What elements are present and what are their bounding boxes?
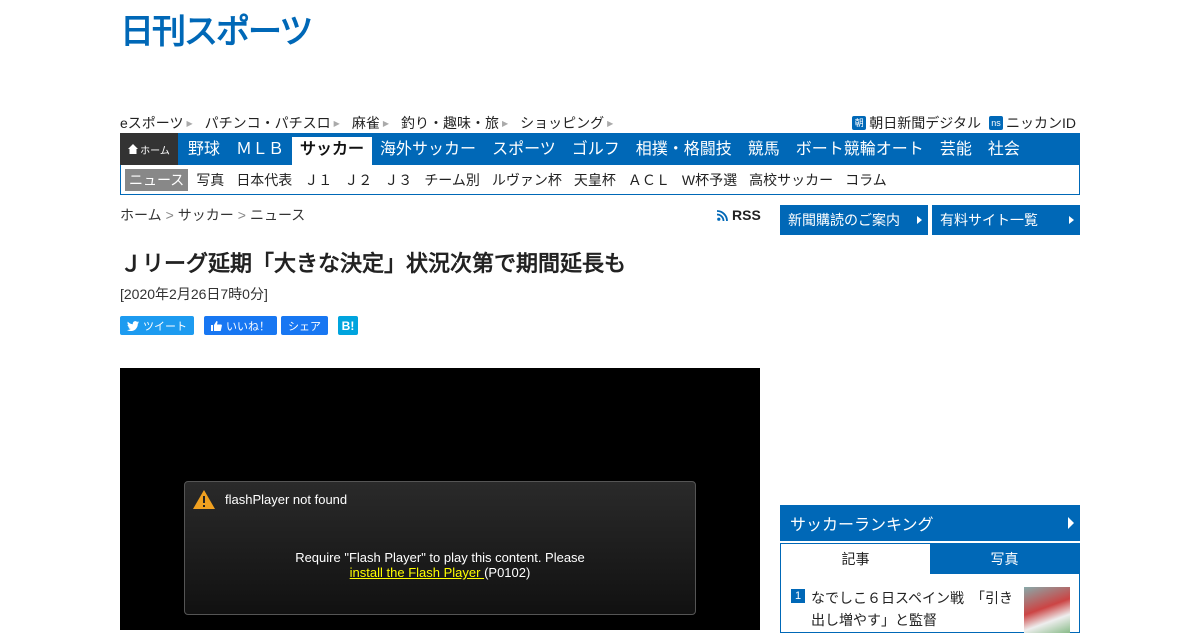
install-flash-link[interactable]: install the Flash Player [350,565,484,580]
toplink-mahjong[interactable]: 麻雀 ▶ [352,113,389,133]
subnav-levain[interactable]: ルヴァン杯 [492,170,562,190]
rank-number: 1 [791,589,805,603]
global-nav: ホーム 野球 ＭＬＢ サッカー 海外サッカー スポーツ ゴルフ 相撲・格闘技 競… [120,133,1080,165]
subnav-photo[interactable]: 写真 [196,170,224,190]
chevron-right-icon [1069,216,1074,224]
nav-boat[interactable]: ボート競輪オート [788,133,932,165]
flash-error-title: flashPlayer not found [225,492,348,507]
nav-society[interactable]: 社会 [980,133,1028,165]
nav-overseas-soccer[interactable]: 海外サッカー [372,133,484,165]
asahi-icon: 朝 [852,116,867,130]
subscription-info-button[interactable]: 新聞購読のご案内 [780,205,928,235]
paid-sites-button[interactable]: 有料サイト一覧 [932,205,1080,235]
flash-error-dialog: flashPlayer not found Require "Flash Pla… [184,481,696,615]
tweet-button[interactable]: ツイート [120,316,194,335]
subnav-wc-qualifiers[interactable]: W杯予選 [682,170,737,190]
chevron-right-icon [917,216,922,224]
nav-soccer[interactable]: サッカー [292,137,373,165]
arrow-icon: ▶ [333,118,340,128]
thumbs-up-icon [211,320,222,331]
article-date: [2020年2月26日7時0分] [120,286,268,302]
video-player[interactable]: flashPlayer not found Require "Flash Pla… [120,368,760,630]
logo-text: 日刊スポーツ [120,12,311,48]
tab-articles[interactable]: 記事 [781,544,930,574]
article-title: Ｊリーグ延期「大きな決定」状況次第で期間延長も [120,251,627,276]
arrow-icon: ▶ [382,118,389,128]
ranking-header[interactable]: サッカーランキング [780,505,1080,541]
toplink-nikkan-id[interactable]: ns ニッカンID [989,113,1076,133]
toplink-fishing[interactable]: 釣り・趣味・旅 ▶ [401,113,508,133]
breadcrumb: ホーム > サッカー > ニュース [120,207,306,223]
sidebar-buttons: 新聞購読のご案内 有料サイト一覧 [780,205,1084,235]
arrow-icon: ▶ [607,118,614,128]
facebook-share-button[interactable]: シェア [281,316,328,335]
subnav-column[interactable]: コラム [845,170,887,190]
toplink-asahi[interactable]: 朝朝日新聞デジタル [852,113,981,133]
flash-error-message: Require "Flash Player" to play this cont… [295,550,585,580]
rss-link[interactable]: RSS [717,207,761,223]
subnav-teams[interactable]: チーム別 [424,170,480,190]
arrow-icon: ▶ [186,118,193,128]
toplink-esports[interactable]: eスポーツ ▶ [120,113,193,133]
warning-icon [193,490,215,509]
toplink-pachinko[interactable]: パチンコ・パチスロ ▶ [205,113,340,133]
site-logo[interactable]: 日刊スポーツ [120,12,320,48]
page: 日刊スポーツ eスポーツ ▶ パチンコ・パチスロ ▶ 麻雀 ▶ 釣り・趣味・旅 ▶ ショ… [120,0,1080,633]
top-links: eスポーツ ▶ パチンコ・パチスロ ▶ 麻雀 ▶ 釣り・趣味・旅 ▶ ショッピング ▶ 朝… [120,113,1080,131]
ranking-thumbnail [1024,587,1070,633]
like-button[interactable]: いいね！ [204,316,277,335]
nav-home[interactable]: ホーム [120,133,178,165]
home-icon [128,144,139,154]
subnav-j3[interactable]: Ｊ３ [384,170,412,190]
ranking-panel: 記事 写真 1 なでしこ６日スペイン戦 「引き出し増やす」と監督 [780,543,1080,633]
twitter-icon [127,320,139,331]
sub-nav: ニュース 写真 日本代表 Ｊ１ Ｊ２ Ｊ３ チーム別 ルヴァン杯 天皇杯 ＡＣＬ… [120,165,1080,195]
subnav-acl[interactable]: ＡＣＬ [628,170,670,190]
nav-horse-racing[interactable]: 競馬 [740,133,788,165]
arrow-icon: ▶ [501,118,509,128]
breadcrumb-home[interactable]: ホーム [120,207,162,223]
nav-sumo[interactable]: 相撲・格闘技 [628,133,740,165]
nav-golf[interactable]: ゴルフ [564,133,628,165]
nav-sports[interactable]: スポーツ [484,133,564,165]
subnav-national-team[interactable]: 日本代表 [236,170,292,190]
breadcrumb-news: ニュース [249,207,306,223]
subnav-high-school[interactable]: 高校サッカー [749,170,833,190]
breadcrumb-soccer[interactable]: サッカー [178,207,234,223]
rss-icon [717,209,728,221]
nav-baseball[interactable]: 野球 [180,133,228,165]
nav-mlb[interactable]: ＭＬＢ [228,133,292,165]
subnav-news[interactable]: ニュース [125,168,189,191]
nav-entertainment[interactable]: 芸能 [932,133,980,165]
hatena-bookmark-button[interactable]: B! [338,316,358,335]
subnav-j1[interactable]: Ｊ１ [304,170,332,190]
toplink-shopping[interactable]: ショッピング ▶ [520,113,613,133]
ranking-item-text: なでしこ６日スペイン戦 「引き出し増やす」と監督 [811,590,1014,628]
subnav-j2[interactable]: Ｊ２ [344,170,372,190]
chevron-right-icon [1068,517,1074,529]
ns-icon: ns [989,116,1003,130]
tab-photos[interactable]: 写真 [930,544,1079,574]
subnav-emperors-cup[interactable]: 天皇杯 [574,170,616,190]
share-buttons: ツイート いいね！ シェア B! [120,316,368,335]
